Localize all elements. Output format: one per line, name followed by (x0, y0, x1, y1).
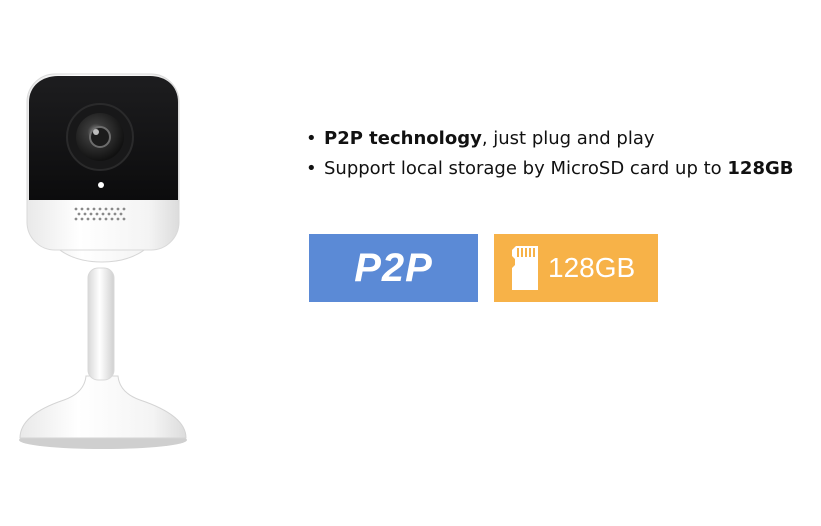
camera-stand (87, 267, 115, 381)
feature-item-storage: • Support local storage by MicroSD card u… (306, 154, 793, 184)
camera-lens (66, 103, 134, 171)
feature-text: , just plug and play (481, 128, 655, 149)
feature-text: Support local storage by MicroSD card up… (324, 158, 728, 179)
bullet-icon: • (306, 128, 317, 149)
p2p-badge-label: P2P (354, 245, 433, 290)
camera-product-image (19, 73, 187, 449)
status-led (98, 182, 104, 188)
microsd-card-icon (512, 246, 538, 290)
feature-list: • P2P technology, just plug and play • Sup… (306, 124, 793, 184)
storage-badge-label: 128GB (548, 252, 636, 283)
feature-bold-text: 128GB (727, 158, 794, 179)
feature-item-p2p: • P2P technology, just plug and play (306, 124, 793, 154)
camera-base (19, 375, 187, 449)
storage-badge: 128GB (494, 234, 658, 302)
bullet-icon: • (306, 158, 317, 179)
feature-bold-text: P2P technology (324, 128, 482, 149)
p2p-badge: P2P (309, 234, 478, 302)
